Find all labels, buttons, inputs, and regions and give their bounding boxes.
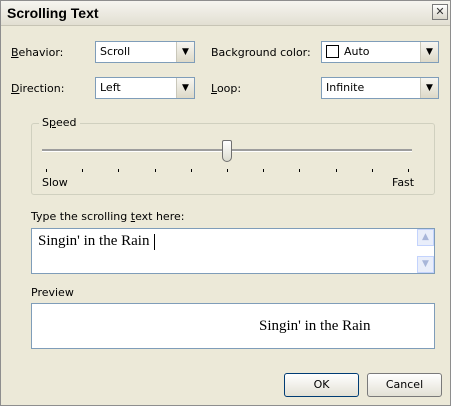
slider-tick (46, 169, 47, 172)
behavior-label-rest: ehavior: (18, 46, 64, 59)
behavior-label: Behavior: (11, 46, 63, 59)
slider-tick (263, 169, 264, 172)
color-swatch (326, 45, 339, 58)
background-color-label: Background color: (211, 46, 311, 59)
cancel-button[interactable]: Cancel (367, 373, 442, 397)
dialog-title: Scrolling Text (7, 5, 99, 21)
slider-tick (118, 169, 119, 172)
speed-min-label: Slow (42, 176, 68, 189)
slider-tick (408, 169, 409, 172)
speed-slider-thumb[interactable] (222, 140, 232, 162)
slider-tick (191, 169, 192, 172)
slider-tick (82, 169, 83, 172)
title-bar[interactable]: Scrolling Text ✕ (1, 1, 450, 26)
slider-tick (227, 169, 228, 172)
ok-button[interactable]: OK (284, 373, 359, 397)
behavior-value: Scroll (100, 45, 131, 58)
preview-text: Singin' in the Rain (259, 318, 371, 334)
slider-tick (299, 169, 300, 172)
scroll-text-label-b: ext here: (135, 210, 185, 223)
scroll-text-label: Type the scrolling text here: (31, 210, 184, 223)
loop-value: Infinite (326, 81, 365, 94)
text-scrollbar[interactable]: ▲ ▼ (417, 229, 434, 273)
preview-label: Preview (31, 286, 74, 299)
scroll-text-label-a: Type the scrolling (31, 210, 131, 223)
chevron-down-icon[interactable]: ▼ (420, 78, 438, 98)
arrow-up-icon[interactable]: ▲ (417, 229, 434, 246)
speed-title-a: S (42, 116, 49, 129)
speed-max-label: Fast (392, 176, 415, 189)
arrow-down-icon[interactable]: ▼ (417, 256, 434, 273)
slider-tick (155, 169, 156, 172)
scrolling-text-dialog: Scrolling Text ✕ Behavior: Scroll ▼ Back… (0, 0, 451, 406)
scroll-text-input[interactable]: Singin' in the Rain ▲ ▼ (31, 228, 435, 274)
loop-label-rest: oop: (216, 82, 242, 95)
speed-title-b: eed (55, 116, 77, 129)
loop-select[interactable]: Infinite ▼ (321, 77, 439, 99)
loop-label: Loop: (211, 82, 241, 95)
speed-title-accel: p (48, 116, 56, 129)
direction-value: Left (100, 81, 121, 94)
direction-label-rest: irection: (19, 82, 65, 95)
chevron-down-icon[interactable]: ▼ (176, 42, 194, 62)
text-caret (154, 234, 155, 250)
slider-tick (336, 169, 337, 172)
speed-group (31, 123, 435, 195)
close-icon[interactable]: ✕ (432, 4, 448, 20)
slider-tick (372, 169, 373, 172)
background-color-value: Auto (344, 45, 370, 58)
scroll-text-value: Singin' in the Rain (38, 233, 150, 249)
direction-select[interactable]: Left ▼ (95, 77, 195, 99)
speed-group-title: Speed (39, 116, 80, 129)
preview-box: Singin' in the Rain (31, 303, 435, 349)
background-color-select[interactable]: Auto ▼ (321, 41, 439, 63)
chevron-down-icon[interactable]: ▼ (176, 78, 194, 98)
behavior-accel: B (11, 46, 19, 59)
direction-label: Direction: (11, 82, 64, 95)
chevron-down-icon[interactable]: ▼ (420, 42, 438, 62)
behavior-select[interactable]: Scroll ▼ (95, 41, 195, 63)
